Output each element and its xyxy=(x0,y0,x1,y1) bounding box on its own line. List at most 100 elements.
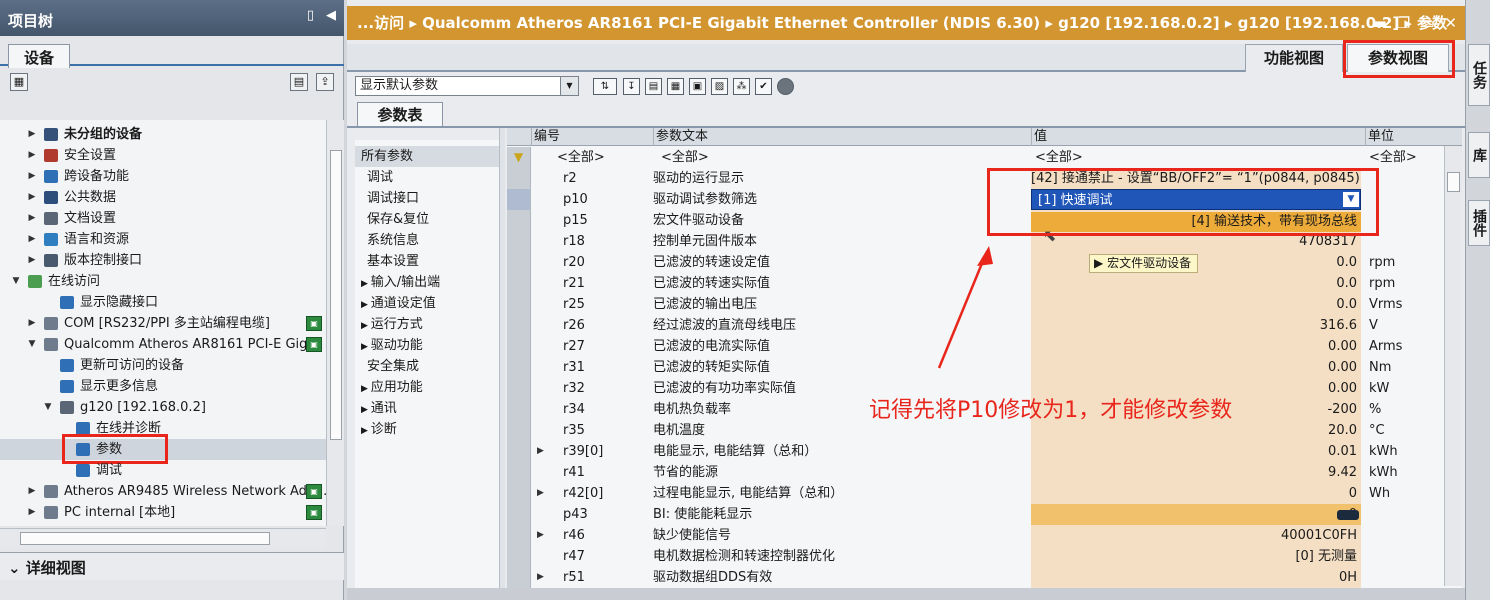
expand-row-icon[interactable]: ▶ xyxy=(537,525,549,546)
collapsed-arrow-icon[interactable]: ▶ xyxy=(361,321,371,331)
tree-item[interactable]: ▼ g120 [192.168.0.2] xyxy=(0,397,326,418)
parameter-value[interactable]: 0.00 xyxy=(1031,357,1361,378)
row-marker[interactable] xyxy=(507,210,531,231)
parameter-value[interactable]: 40001C0FH xyxy=(1031,525,1361,546)
tree-vertical-scrollbar[interactable] xyxy=(326,120,344,526)
tree-item[interactable]: ▶ PC internal [本地] ▣ xyxy=(0,502,326,523)
row-marker[interactable] xyxy=(507,399,531,420)
expand-row-icon[interactable]: ▶ xyxy=(537,483,549,504)
load-icon[interactable]: ▨ xyxy=(711,78,728,95)
tree-item[interactable]: ▶ Atheros AR9485 Wireless Network Ada... ▣ xyxy=(0,481,326,502)
parameter-group-item[interactable]: ▶ 输入/输出端 xyxy=(361,272,440,293)
pin-icon[interactable]: ▯ xyxy=(307,8,314,23)
tree-item[interactable]: ▶ 跨设备功能 xyxy=(0,166,326,187)
chevron-down-icon[interactable]: ▼ xyxy=(560,77,578,95)
collapsed-arrow-icon[interactable]: ▶ xyxy=(26,145,38,166)
filter-number[interactable]: <全部> xyxy=(557,147,647,168)
scroll-thumb[interactable] xyxy=(1447,172,1460,192)
expanded-arrow-icon[interactable]: ▼ xyxy=(42,397,54,418)
tab-libraries[interactable]: 库 xyxy=(1468,132,1490,178)
parameter-group-item[interactable]: ▶ 应用功能 xyxy=(361,377,423,398)
parameter-group-item[interactable]: 安全集成 xyxy=(361,356,419,377)
minimize-icon[interactable]: ▬ xyxy=(1373,6,1387,40)
tree-horizontal-scrollbar[interactable] xyxy=(0,528,326,548)
collapsed-arrow-icon[interactable]: ▶ xyxy=(26,166,38,187)
table-row[interactable]: r47 电机数据检测和转速控制器优化 [0] 无测量 xyxy=(507,546,1447,567)
column-unit[interactable]: 单位 xyxy=(1365,128,1447,146)
row-marker[interactable] xyxy=(507,168,531,189)
parameter-value[interactable]: 0.01 xyxy=(1031,441,1361,462)
row-marker[interactable] xyxy=(507,420,531,441)
tree-item[interactable]: ▶ 公共数据 xyxy=(0,187,326,208)
tree-item[interactable]: ▶ 安全设置 xyxy=(0,145,326,166)
column-value[interactable]: 值 xyxy=(1031,128,1365,146)
tab-tasks[interactable]: 任务 xyxy=(1468,44,1490,106)
row-marker[interactable] xyxy=(507,525,531,546)
row-marker[interactable] xyxy=(507,336,531,357)
collapse-left-icon[interactable]: ◀ xyxy=(326,8,336,23)
parameter-value[interactable]: 316.6 xyxy=(1031,315,1361,336)
tab-devices[interactable]: 设备 xyxy=(8,44,70,68)
compare-icon[interactable]: ⁂ xyxy=(733,78,750,95)
row-marker[interactable] xyxy=(507,378,531,399)
close-icon[interactable]: ✕ xyxy=(1444,6,1457,40)
row-marker[interactable] xyxy=(507,546,531,567)
table-row[interactable]: ▶ r42[0] 过程电能显示, 电能结算（总和） 0 Wh xyxy=(507,483,1447,504)
table-row[interactable]: ▶ r46 缺少使能信号 40001C0FH xyxy=(507,525,1447,546)
row-marker[interactable] xyxy=(507,189,531,210)
row-marker[interactable] xyxy=(507,252,531,273)
collapsed-arrow-icon[interactable]: ▶ xyxy=(26,523,38,526)
checkmark-icon[interactable]: ✔ xyxy=(755,78,772,95)
parameter-group-item[interactable]: 基本设置 xyxy=(361,251,419,272)
parameter-value[interactable]: [0] 无测量 xyxy=(1031,546,1361,567)
parameter-value[interactable]: 0H xyxy=(1031,567,1361,588)
parameter-value[interactable]: 0.0 xyxy=(1031,294,1361,315)
row-marker[interactable] xyxy=(507,441,531,462)
maximize-icon[interactable]: ▭ xyxy=(1420,6,1434,40)
collapsed-arrow-icon[interactable]: ▶ xyxy=(26,187,38,208)
table-row[interactable]: ▶ r39[0] 电能显示, 电能结算（总和） 0.01 kWh xyxy=(507,441,1447,462)
parameter-group-item[interactable]: ▶ 通道设定值 xyxy=(361,293,436,314)
collapsed-arrow-icon[interactable]: ▶ xyxy=(26,208,38,229)
row-marker[interactable] xyxy=(507,462,531,483)
expand-row-icon[interactable]: ▶ xyxy=(537,441,549,462)
table-settings-icon[interactable]: ▤ xyxy=(645,78,662,95)
collapsed-arrow-icon[interactable]: ▶ xyxy=(26,502,38,523)
filter-value[interactable]: <全部> xyxy=(1035,147,1361,168)
column-text[interactable]: 参数文本 xyxy=(653,128,1031,146)
sort-icon[interactable]: ⇅ xyxy=(593,78,617,95)
parameter-value[interactable]: 0.0 xyxy=(1031,273,1361,294)
parameter-value[interactable]: 0 xyxy=(1031,483,1361,504)
parameter-group-item[interactable]: ▶ 驱动功能 xyxy=(361,335,423,356)
parameter-value[interactable]: 9.42 xyxy=(1031,462,1361,483)
parameter-group-item[interactable]: ▶ 通讯 xyxy=(361,398,397,419)
filter-unit[interactable]: <全部> xyxy=(1365,147,1447,168)
scroll-thumb[interactable] xyxy=(20,532,270,545)
row-marker[interactable] xyxy=(507,231,531,252)
filter-text[interactable]: <全部> xyxy=(661,147,1037,168)
table-vertical-scrollbar[interactable] xyxy=(1444,146,1462,586)
table-view-icon[interactable]: ▤ xyxy=(290,73,308,91)
expanded-arrow-icon[interactable]: ▼ xyxy=(10,271,22,292)
collapsed-arrow-icon[interactable]: ▶ xyxy=(26,250,38,271)
table-row[interactable]: ▶ r51 驱动数据组DDS有效 0H xyxy=(507,567,1447,588)
expanded-arrow-icon[interactable]: ▼ xyxy=(26,334,38,355)
parameter-group-item[interactable]: 调试接口 xyxy=(361,188,419,209)
collapsed-arrow-icon[interactable]: ▶ xyxy=(361,300,371,310)
collapsed-arrow-icon[interactable]: ▶ xyxy=(26,229,38,250)
row-marker[interactable] xyxy=(507,483,531,504)
record-icon[interactable] xyxy=(777,78,794,95)
parameter-group-item[interactable]: ▶ 运行方式 xyxy=(361,314,423,335)
row-marker[interactable] xyxy=(507,273,531,294)
collapsed-arrow-icon[interactable]: ▶ xyxy=(26,481,38,502)
binary-toggle-icon[interactable] xyxy=(1337,510,1359,520)
parameter-group-item[interactable]: 所有参数 xyxy=(355,146,499,167)
scroll-thumb[interactable] xyxy=(330,150,342,440)
parameter-group-item[interactable]: 系统信息 xyxy=(361,230,419,251)
collapsed-arrow-icon[interactable]: ▶ xyxy=(361,342,371,352)
parameter-group-item[interactable]: 保存&复位 xyxy=(361,209,429,230)
grid-icon[interactable]: ▦ xyxy=(667,78,684,95)
restore-icon[interactable]: ❐ xyxy=(1397,6,1410,40)
table-row[interactable]: r41 节省的能源 9.42 kWh xyxy=(507,462,1447,483)
collapsed-arrow-icon[interactable]: ▶ xyxy=(26,124,38,145)
